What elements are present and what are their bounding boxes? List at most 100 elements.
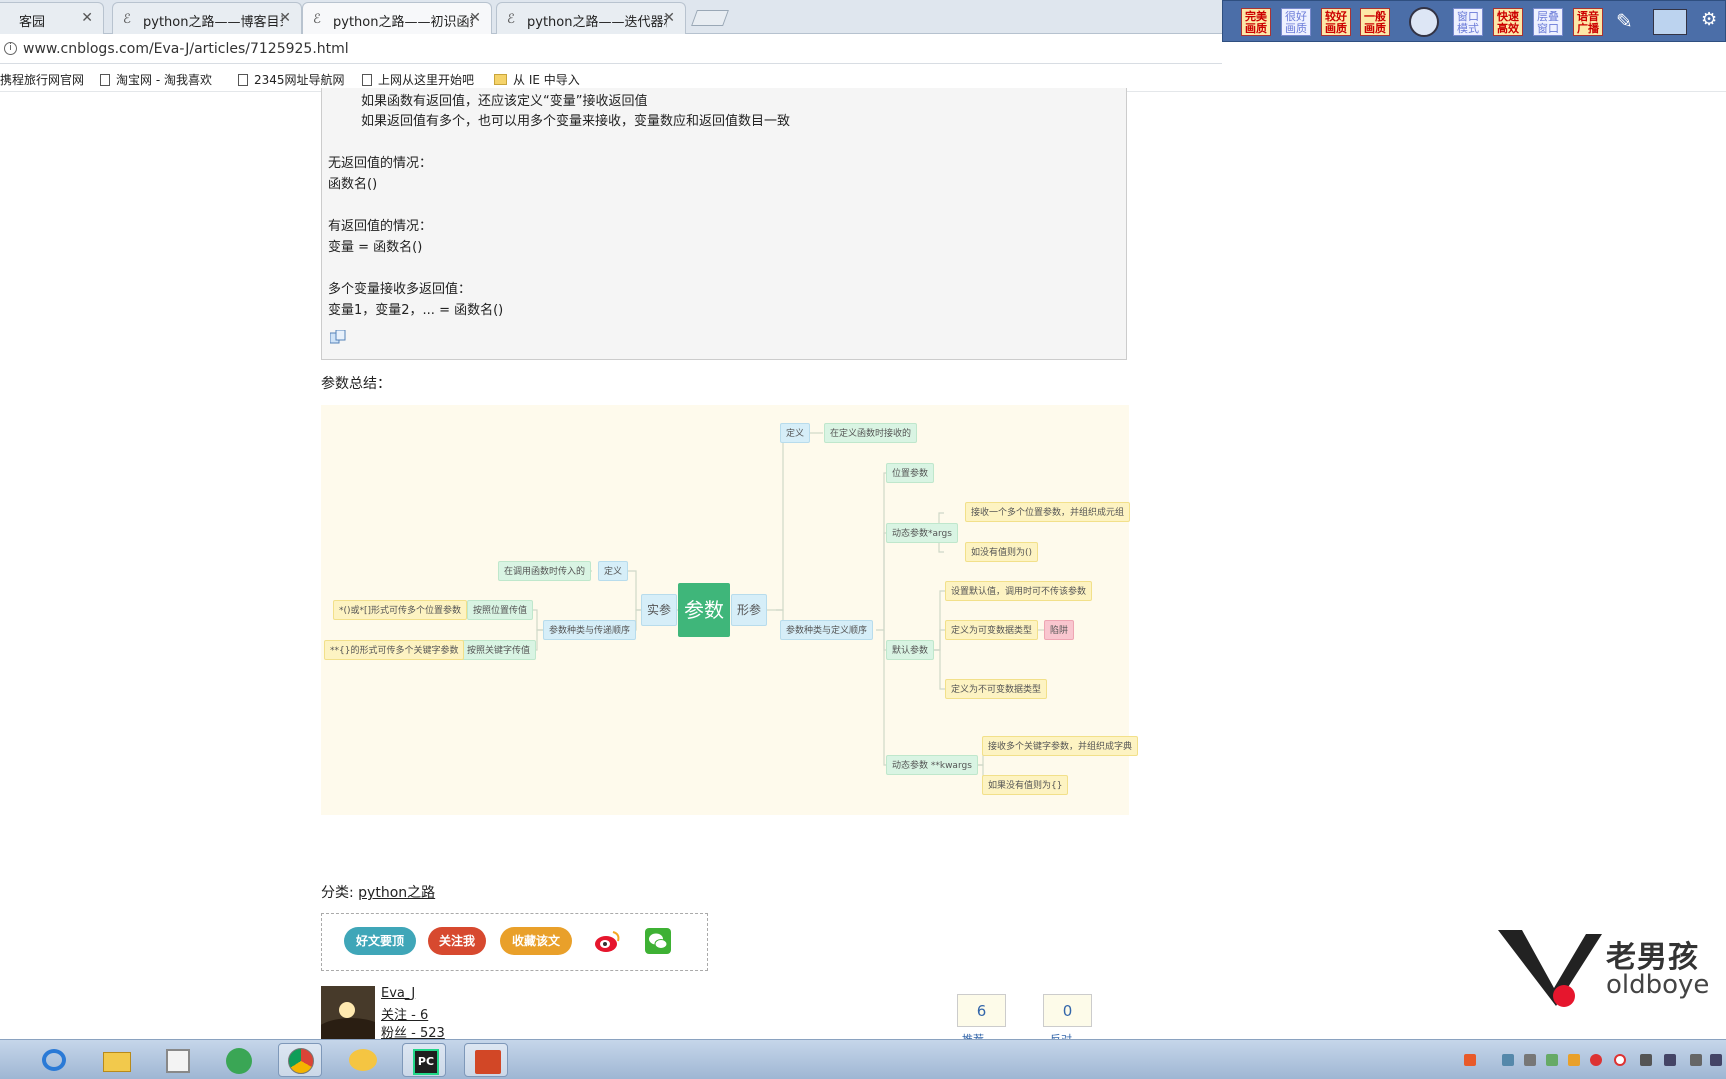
tab-1[interactable]: 客园 ✕ (0, 2, 104, 34)
mindmap-node: 按照关键字传值 (461, 640, 537, 660)
monitor-icon[interactable] (1653, 9, 1687, 35)
ext-button[interactable]: 窗口模式 (1453, 8, 1483, 36)
info-icon[interactable]: i (4, 42, 17, 55)
bookmark-item[interactable]: 2345网址导航网 (238, 71, 345, 88)
media-player-icon[interactable] (156, 1043, 200, 1077)
mindmap-node: 定义 (780, 423, 811, 443)
tray-icon[interactable] (1524, 1054, 1536, 1066)
page-icon: ℰ (507, 12, 515, 27)
bookmark-item[interactable]: 上网从这里开始吧 (362, 71, 474, 88)
address-bar[interactable]: i www.cnblogs.com/Eva-J/articles/7125925… (0, 34, 1222, 64)
close-icon[interactable]: ✕ (663, 10, 675, 26)
folder-icon (494, 74, 507, 85)
category-link[interactable]: python之路 (358, 885, 435, 901)
gear-icon[interactable] (1409, 7, 1439, 37)
section-title: 参数总结： (321, 376, 391, 392)
tab-label: python之路——博客目录 (143, 15, 283, 30)
tab-2[interactable]: ℰ python之路——博客目录 ✕ (112, 2, 302, 34)
code-line: 无返回值的情况： (328, 156, 433, 171)
settings-icon[interactable]: ⚙ (1701, 9, 1726, 35)
author-name-link[interactable]: Eva_J (381, 986, 415, 1001)
logo-mark (1498, 930, 1602, 1007)
ext-button[interactable]: 完美画质 (1241, 8, 1271, 36)
ie-icon[interactable] (32, 1043, 76, 1077)
url-text[interactable]: www.cnblogs.com/Eva-J/articles/7125925.h… (23, 41, 349, 57)
stop-icon[interactable] (1614, 1054, 1626, 1066)
tray-icon[interactable] (1502, 1054, 1514, 1066)
tab-4[interactable]: ℰ python之路——迭代器和生成器 ✕ (496, 2, 686, 34)
wechat-icon[interactable] (645, 928, 671, 954)
mindmap-root: 参数 (678, 583, 730, 637)
watermark-en: oldboye (1606, 970, 1710, 1000)
ext-button[interactable]: 很好画质 (1281, 8, 1311, 36)
weibo-icon[interactable] (594, 929, 622, 953)
ext-button[interactable]: 一般画质 (1360, 8, 1390, 36)
upvote-count[interactable]: 6 (957, 994, 1006, 1027)
mindmap-node: 按照位置传值 (467, 600, 534, 620)
chrome-icon[interactable] (278, 1043, 322, 1077)
close-icon[interactable]: ✕ (469, 10, 481, 26)
bookmark-label: 从 IE 中导入 (513, 73, 580, 87)
ext-button[interactable]: 快速高效 (1493, 8, 1523, 36)
taskbar: PC (0, 1039, 1726, 1079)
ext-button[interactable]: 较好画质 (1321, 8, 1351, 36)
input-method-icon[interactable] (1464, 1054, 1476, 1066)
mindmap-formal: 形参 (731, 594, 768, 626)
code-block: 如果函数有返回值，还应该定义“变量”接收返回值 如果返回值有多个，也可以用多个变… (321, 88, 1127, 360)
copy-icon[interactable] (329, 329, 346, 344)
mindmap-node: 定义 (598, 561, 629, 581)
mindmap-node: 动态参数*args (886, 523, 958, 543)
mindmap-node: 设置默认值，调用时可不传该参数 (945, 581, 1093, 601)
bookmark-item[interactable]: 淘宝网 - 淘我喜欢 (100, 71, 212, 88)
bookmark-item[interactable]: 携程旅行网官网 (0, 71, 84, 88)
presentation-icon[interactable] (464, 1043, 508, 1077)
mindmap-node: 参数种类与定义顺序 (780, 620, 874, 640)
close-icon[interactable]: ✕ (81, 10, 93, 26)
code-line: 变量 = 函数名() (328, 240, 423, 255)
ext-button[interactable]: 语音广播 (1573, 8, 1603, 36)
bookmark-item[interactable]: 从 IE 中导入 (494, 71, 580, 88)
share-box: 好文要顶 关注我 收藏该文 (321, 913, 708, 971)
code-line: 如果函数有返回值，还应该定义“变量”接收返回值 (328, 94, 648, 109)
tray-icon[interactable] (1568, 1054, 1580, 1066)
mindmap-node: **{}的形式可传多个关键字参数 (324, 640, 465, 660)
speaker-icon[interactable] (1690, 1054, 1702, 1066)
mindmap-node: 接收多个关键字参数，并组织成字典 (982, 736, 1139, 756)
close-icon[interactable]: ✕ (279, 10, 291, 26)
avatar[interactable] (321, 986, 375, 1040)
mindmap-node: 动态参数 **kwargs (886, 755, 978, 775)
bookmark-label: 2345网址导航网 (254, 73, 345, 87)
watermark-logo: 老男孩 oldboye (1494, 926, 1726, 1010)
category: 分类: python之路 (321, 882, 435, 902)
record-icon[interactable] (1590, 1054, 1602, 1066)
page-icon (362, 74, 372, 86)
pycharm-icon[interactable]: PC (402, 1043, 446, 1077)
favorite-button[interactable]: 收藏该文 (500, 927, 572, 955)
brush-icon[interactable]: ✎ (1616, 9, 1642, 35)
extension-toolbar: 完美画质 很好画质 较好画质 一般画质 窗口模式 快速高效 层叠窗口 语音广播 … (1222, 0, 1726, 42)
code-line: 如果返回值有多个，也可以用多个变量来接收，变量数应和返回值数目一致 (328, 114, 791, 129)
network-icon[interactable] (1664, 1054, 1676, 1066)
ext-button[interactable]: 层叠窗口 (1533, 8, 1563, 36)
code-line: 有返回值的情况： (328, 219, 433, 234)
code-line: 多个变量接收多返回值： (328, 282, 472, 297)
mindmap-node: 参数种类与传递顺序 (543, 620, 637, 640)
chat-icon[interactable] (340, 1043, 384, 1077)
folder-icon[interactable] (94, 1043, 138, 1077)
mindmap-node: 在定义函数时接收的 (824, 423, 918, 443)
follow-button[interactable]: 关注我 (428, 927, 486, 955)
downvote-count[interactable]: 0 (1043, 994, 1092, 1027)
follow-count-link[interactable]: 关注 - 6 (381, 1004, 428, 1023)
recommend-article-button[interactable]: 好文要顶 (344, 927, 416, 955)
tab-3-active[interactable]: ℰ python之路——初识函数 ✕ (302, 2, 492, 35)
volume-icon[interactable] (1640, 1054, 1652, 1066)
new-tab-button[interactable] (691, 10, 729, 26)
mindmap-node: 位置参数 (886, 463, 935, 483)
browser-icon[interactable] (216, 1043, 260, 1077)
tab-label: python之路——初识函数 (333, 15, 473, 30)
display-icon[interactable] (1710, 1054, 1722, 1066)
page-icon: ℰ (123, 12, 131, 27)
mindmap-node: *()或*[]形式可传多个位置参数 (333, 600, 468, 620)
category-label: 分类: (321, 885, 359, 901)
tray-icon[interactable] (1546, 1054, 1558, 1066)
